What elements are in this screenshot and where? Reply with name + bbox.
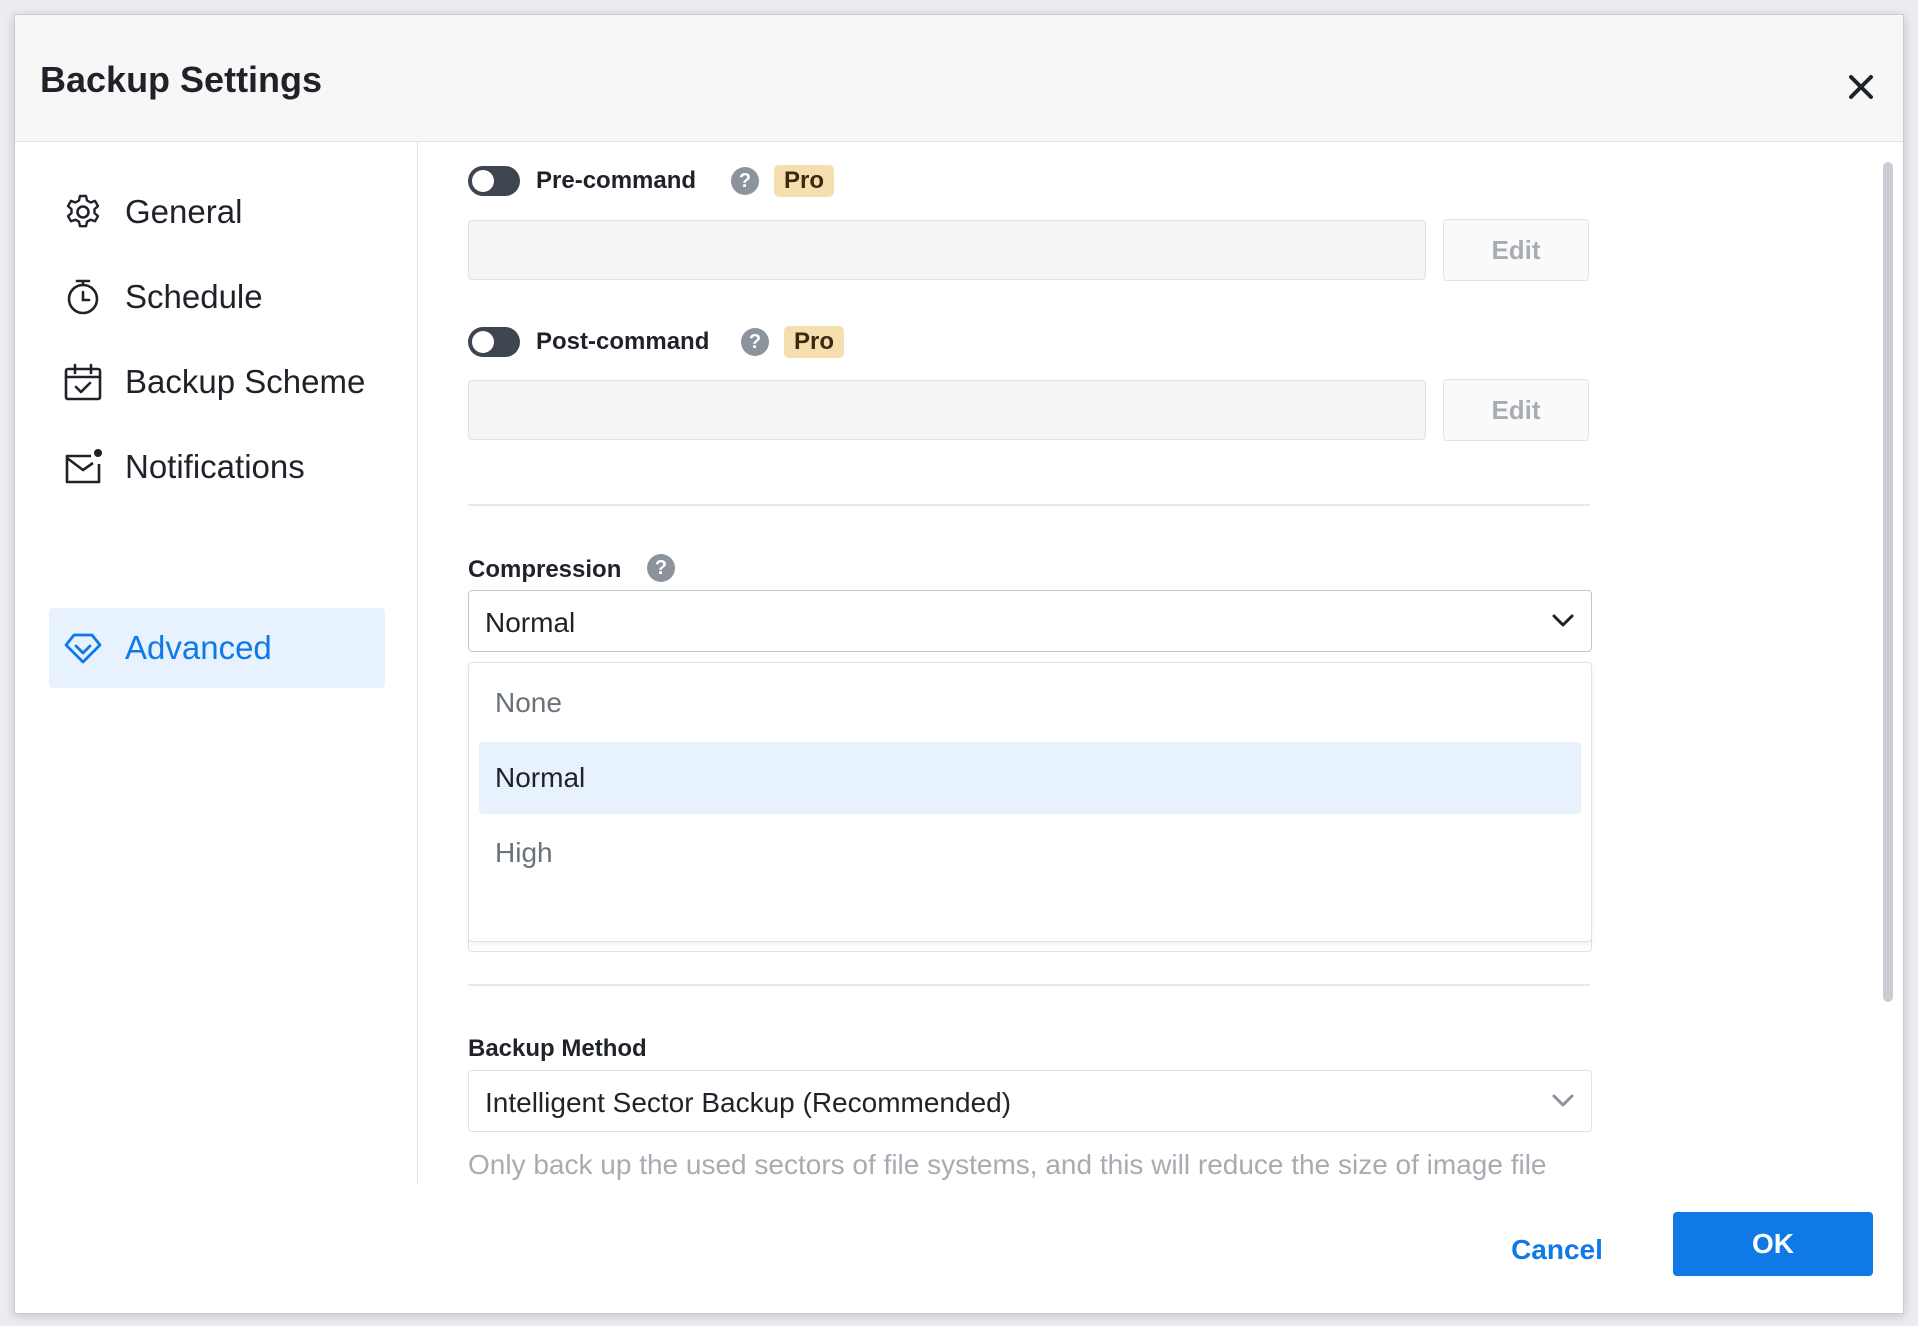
sidebar: General Schedule Backup Scheme Notificat…: [15, 142, 418, 1184]
scrollbar: [1879, 142, 1903, 1184]
compression-help-icon[interactable]: ?: [647, 554, 675, 582]
post-command-pro-badge: Pro: [784, 326, 845, 358]
post-command-edit-button[interactable]: Edit: [1443, 379, 1589, 441]
pre-command-pro-badge: Pro: [774, 165, 835, 197]
sidebar-item-general[interactable]: General: [49, 172, 385, 252]
compression-option-high[interactable]: High: [479, 817, 1581, 889]
chevron-up-icon: [1552, 614, 1574, 627]
pre-command-label: Pre-command: [536, 167, 697, 194]
sidebar-item-label: Notifications: [125, 448, 305, 485]
post-command-toggle[interactable]: [468, 327, 520, 357]
chevron-down-icon: [1552, 1094, 1574, 1107]
compression-label: Compression: [468, 556, 622, 583]
compression-option-normal[interactable]: Normal: [479, 742, 1581, 814]
sidebar-item-label: Schedule: [125, 278, 263, 315]
sidebar-item-backup-scheme[interactable]: Backup Scheme: [49, 342, 385, 422]
close-icon: [1849, 75, 1873, 99]
compression-dropdown-menu: None Normal High: [468, 662, 1592, 942]
sidebar-item-label: Backup Scheme: [125, 363, 366, 400]
divider: [468, 504, 1590, 506]
dialog-header: Backup Settings: [15, 15, 1903, 142]
post-command-input[interactable]: [468, 380, 1426, 440]
pre-command-toggle[interactable]: [468, 166, 520, 196]
backup-settings-dialog: Backup Settings General Schedule Backup …: [14, 14, 1904, 1314]
compression-select[interactable]: Normal: [468, 590, 1592, 652]
compression-option-none[interactable]: None: [479, 667, 1581, 739]
calendar-check-icon: [64, 363, 102, 401]
backup-method-description: Only back up the used sectors of file sy…: [468, 1149, 1547, 1180]
backup-method-select[interactable]: Intelligent Sector Backup (Recommended): [468, 1070, 1592, 1132]
cancel-button[interactable]: Cancel: [1497, 1230, 1617, 1270]
mail-notification-icon: [65, 449, 102, 484]
scrollbar-thumb[interactable]: [1883, 162, 1893, 1002]
sidebar-item-advanced[interactable]: Advanced: [49, 608, 385, 688]
pre-command-edit-button[interactable]: Edit: [1443, 219, 1589, 281]
compression-selected-value: Normal: [485, 607, 576, 638]
pre-command-input[interactable]: [468, 220, 1426, 280]
sidebar-item-notifications[interactable]: Notifications: [49, 427, 385, 507]
ok-button[interactable]: OK: [1673, 1212, 1873, 1276]
gear-icon: [66, 194, 100, 228]
divider: [468, 984, 1590, 986]
timer-icon: [67, 279, 99, 315]
sidebar-item-schedule[interactable]: Schedule: [49, 257, 385, 337]
backup-method-selected-value: Intelligent Sector Backup (Recommended): [485, 1087, 1012, 1118]
advanced-settings-panel: Pre-command ? Pro Edit Post-command ? Pr…: [418, 142, 1903, 1184]
dialog-footer: Cancel OK: [15, 1184, 1903, 1313]
close-button[interactable]: [1841, 67, 1881, 107]
sidebar-item-label: General: [125, 193, 243, 230]
backup-method-label: Backup Method: [468, 1035, 647, 1062]
pre-command-help-icon[interactable]: ?: [731, 167, 759, 195]
diamond-icon: [64, 633, 102, 664]
post-command-label: Post-command: [536, 328, 710, 355]
sidebar-item-label: Advanced: [125, 629, 272, 666]
post-command-help-icon[interactable]: ?: [741, 328, 769, 356]
dialog-title: Backup Settings: [40, 59, 323, 100]
